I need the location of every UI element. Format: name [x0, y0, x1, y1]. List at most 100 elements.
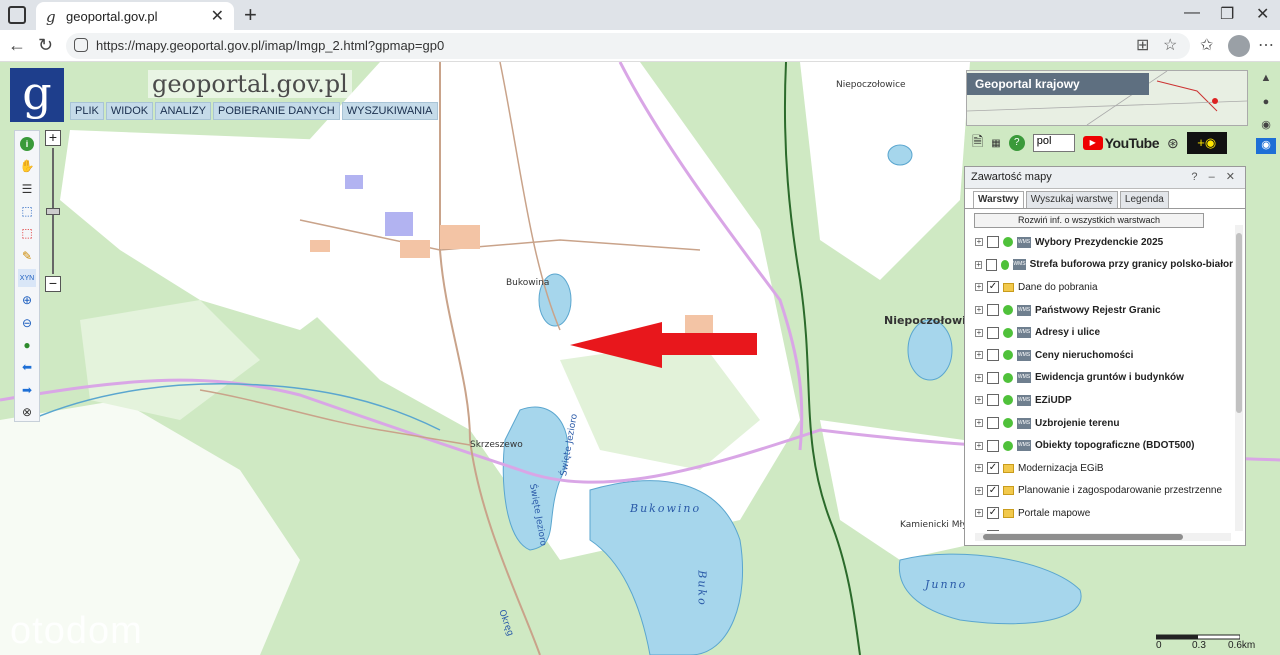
layer-row[interactable]: + WMS Wybory Prezydenckie 2025 [965, 231, 1233, 254]
expand-plus-icon[interactable]: + [975, 373, 983, 382]
pan-hand-icon[interactable]: ✋ [18, 157, 36, 175]
layer-row[interactable]: + WMS EZiUDP [965, 389, 1233, 412]
youtube-link[interactable]: ▶ YouTube [1082, 135, 1160, 151]
layer-checkbox[interactable] [987, 371, 999, 384]
close-window-icon[interactable]: ✕ [1256, 4, 1269, 24]
expand-plus-icon[interactable]: + [975, 306, 983, 315]
tab-warstwy[interactable]: Warstwy [973, 191, 1024, 208]
accessibility-icon[interactable]: ⊛ [1167, 135, 1179, 152]
zoom-knob[interactable] [46, 208, 60, 215]
layers-vertical-scrollbar[interactable] [1235, 225, 1243, 531]
forward-arrow-icon[interactable]: ➡ [18, 380, 36, 398]
favorites-icon[interactable]: ✩ [1200, 35, 1213, 55]
expand-plus-icon[interactable]: + [975, 441, 983, 450]
expand-plus-icon[interactable]: + [975, 260, 983, 269]
scroll-thumb[interactable] [1236, 233, 1242, 413]
star-icon[interactable]: ☆ [1163, 35, 1177, 55]
layer-checkbox[interactable]: ✓ [987, 462, 999, 475]
layer-checkbox[interactable]: ✓ [987, 484, 999, 497]
expand-plus-icon[interactable]: + [975, 351, 983, 360]
select-red-icon[interactable]: ⬚ [18, 224, 36, 242]
zoom-in-icon[interactable]: ⊕ [18, 291, 36, 309]
layer-checkbox[interactable] [987, 349, 999, 362]
tab-legenda[interactable]: Legenda [1119, 191, 1169, 208]
overview-map[interactable]: Geoportal krajowy [966, 70, 1248, 126]
new-tab-button[interactable]: + [244, 2, 257, 28]
layer-row[interactable]: + WMS Państwowy Rejestr Granic [965, 299, 1233, 322]
zoom-out-button[interactable]: − [45, 276, 61, 292]
layer-checkbox[interactable]: ✓ [987, 281, 999, 294]
zoom-in-button[interactable]: + [45, 130, 61, 146]
list-icon[interactable]: ☰ [18, 180, 36, 198]
layer-checkbox[interactable] [987, 439, 999, 452]
menu-wyszukiwania[interactable]: WYSZUKIWANIA [341, 102, 438, 120]
wms-icon[interactable]: ▦ [991, 138, 1000, 149]
layer-checkbox[interactable] [987, 394, 999, 407]
info-icon[interactable]: i [18, 135, 36, 153]
layer-checkbox[interactable]: ✓ [987, 507, 999, 520]
expand-plus-icon[interactable]: + [975, 486, 983, 495]
dot-icon[interactable]: ● [1256, 96, 1276, 112]
globe-icon[interactable]: ● [18, 336, 36, 354]
minimize-icon[interactable]: — [1184, 4, 1200, 22]
apps-icon[interactable]: ⊞ [1136, 35, 1149, 55]
close-tab-icon[interactable]: ✕ [211, 6, 224, 26]
back-arrow-icon[interactable]: ⬅ [18, 358, 36, 376]
layer-row[interactable]: + WMS Strefa buforowa przy granicy polsko-… [965, 254, 1233, 277]
expand-plus-icon[interactable]: + [975, 283, 983, 292]
expand-plus-icon[interactable]: + [975, 396, 983, 405]
site-info-icon[interactable] [74, 38, 88, 52]
help-icon[interactable]: ? [1008, 135, 1025, 151]
layer-row[interactable]: + ✓ Portale mapowe [965, 502, 1233, 525]
maximize-icon[interactable]: ❐ [1220, 4, 1234, 24]
layer-row[interactable]: + WMS Adresy i ulice [965, 321, 1233, 344]
layer-row[interactable]: + ✓ Planowanie i zagospodarowanie przestrz… [965, 480, 1233, 503]
layers-horizontal-scrollbar[interactable] [975, 533, 1231, 541]
language-select[interactable]: pol [1032, 134, 1075, 152]
menu-widok[interactable]: WIDOK [105, 102, 154, 120]
browser-tab[interactable]: g geoportal.gov.pl ✕ [36, 2, 234, 30]
menu-plik[interactable]: PLIK [70, 102, 104, 120]
expand-plus-icon[interactable]: + [975, 328, 983, 337]
document-icon[interactable]: 🗎 [972, 131, 983, 155]
map-toolbar: i ✋ ☰ ⬚ ⬚ ✎ XYN ⊕ ⊖ ● ⬅ ➡ ⊗ [14, 130, 40, 422]
profile-avatar[interactable] [1228, 35, 1250, 57]
zoom-out-icon[interactable]: ⊖ [18, 314, 36, 332]
menu-analizy[interactable]: ANALIZY [155, 102, 211, 120]
url-text[interactable]: https://mapy.geoportal.gov.pl/imap/Imgp_… [96, 38, 444, 53]
layer-row[interactable]: +✓Specjalistyczne informacje geodezyjne [965, 525, 1233, 531]
back-icon[interactable]: ← [8, 35, 26, 56]
layer-row[interactable]: + WMS Ceny nieruchomości [965, 344, 1233, 367]
more-menu-icon[interactable]: ⋯ [1258, 35, 1274, 55]
layer-checkbox[interactable] [986, 258, 997, 271]
collapse-arrow-icon[interactable]: ▲ [1256, 72, 1276, 88]
layer-row[interactable]: + WMS Uzbrojenie terenu [965, 412, 1233, 435]
expand-plus-icon[interactable]: + [975, 509, 983, 518]
layer-row[interactable]: + WMS Ewidencja gruntów i budynków [965, 367, 1233, 390]
expand-plus-icon[interactable]: + [975, 238, 983, 247]
tab-switcher-icon[interactable] [8, 6, 26, 24]
url-field[interactable]: https://mapy.geoportal.gov.pl/imap/Imgp_… [66, 33, 1190, 59]
layer-checkbox[interactable] [987, 304, 999, 317]
layer-checkbox[interactable]: ✓ [987, 530, 999, 531]
expand-all-button[interactable]: Rozwiń inf. o wszystkich warstwach [974, 213, 1204, 228]
layer-row[interactable]: + ✓ Modernizacja EGiB [965, 457, 1233, 480]
menu-pobieranie-danych[interactable]: POBIERANIE DANYCH [213, 102, 340, 120]
tab-wyszukaj-warstwe[interactable]: Wyszukaj warstwę [1025, 191, 1118, 208]
geoportal-logo[interactable]: g [10, 68, 64, 122]
layer-row[interactable]: + WMS Obiekty topograficzne (BDOT500) [965, 434, 1233, 457]
scroll-thumb[interactable] [983, 534, 1183, 540]
layer-row[interactable]: + ✓ Dane do pobrania [965, 276, 1233, 299]
layer-checkbox[interactable] [987, 326, 999, 339]
panel-controls[interactable]: ? – ✕ [1191, 170, 1239, 183]
select-rect-icon[interactable]: ⬚ [18, 202, 36, 220]
contrast-eye-icon[interactable]: +◉ [1186, 132, 1227, 154]
expand-plus-icon[interactable]: + [975, 419, 983, 428]
xyz-icon[interactable]: XYN [18, 268, 36, 288]
layer-checkbox[interactable] [987, 236, 999, 249]
cancel-icon[interactable]: ⊗ [18, 403, 36, 421]
reload-icon[interactable]: ↻ [38, 35, 53, 56]
expand-plus-icon[interactable]: + [975, 464, 983, 473]
layer-checkbox[interactable] [987, 417, 999, 430]
pencil-icon[interactable]: ✎ [18, 247, 36, 265]
